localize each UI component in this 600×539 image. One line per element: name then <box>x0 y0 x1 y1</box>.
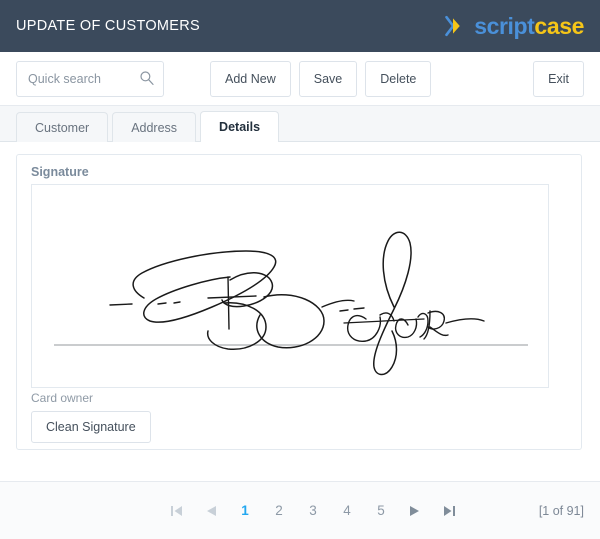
tab-details[interactable]: Details <box>200 111 280 142</box>
record-counter: [1 of 91] <box>538 503 584 518</box>
clean-signature-button[interactable]: Clean Signature <box>31 410 151 443</box>
exit-button[interactable]: Exit <box>533 60 584 97</box>
signature-drawing <box>54 231 528 376</box>
app-header: UPDATE OF CUSTOMERS scriptcase <box>0 0 600 52</box>
page-number-5[interactable]: 5 <box>364 496 398 526</box>
page-number-3[interactable]: 3 <box>296 496 330 526</box>
next-page-icon[interactable] <box>398 496 432 526</box>
footer-pagination-bar: 1 2 3 4 5 [1 of 91] <box>0 481 600 539</box>
scriptcase-logo: scriptcase <box>445 14 584 38</box>
add-new-button[interactable]: Add New <box>210 60 291 97</box>
save-button[interactable]: Save <box>298 60 358 97</box>
card-owner-label: Card owner <box>31 391 94 405</box>
page-title: UPDATE OF CUSTOMERS <box>16 18 201 34</box>
scriptcase-logo-text: scriptcase <box>474 12 584 39</box>
logo-text-script: script <box>474 12 535 39</box>
delete-button[interactable]: Delete <box>365 60 432 97</box>
search-input[interactable] <box>16 60 164 97</box>
signature-fieldset: Signature Card owner Clean Signature <box>16 154 582 450</box>
logo-text-case: case <box>534 12 584 39</box>
tab-address[interactable]: Address <box>112 112 197 142</box>
pagination: 1 2 3 4 5 <box>134 496 466 526</box>
signature-legend: Signature <box>31 165 89 179</box>
first-page-icon[interactable] <box>160 496 194 526</box>
quick-search-container <box>16 60 164 97</box>
signature-canvas[interactable] <box>31 184 549 388</box>
page-number-1[interactable]: 1 <box>228 496 262 526</box>
page-number-2[interactable]: 2 <box>262 496 296 526</box>
tab-content-details: Signature Card owner Clean Signature <box>0 142 600 481</box>
toolbar-button-group: Add New Save Delete <box>210 60 432 97</box>
scriptcase-chevron-icon <box>445 15 460 37</box>
previous-page-icon[interactable] <box>194 496 228 526</box>
tab-bar: Customer Address Details <box>0 106 600 142</box>
tab-customer[interactable]: Customer <box>16 112 109 142</box>
page-number-4[interactable]: 4 <box>330 496 364 526</box>
application-window: UPDATE OF CUSTOMERS scriptcase Add New S… <box>0 0 600 539</box>
last-page-icon[interactable] <box>432 496 466 526</box>
toolbar: Add New Save Delete Exit <box>0 52 600 106</box>
